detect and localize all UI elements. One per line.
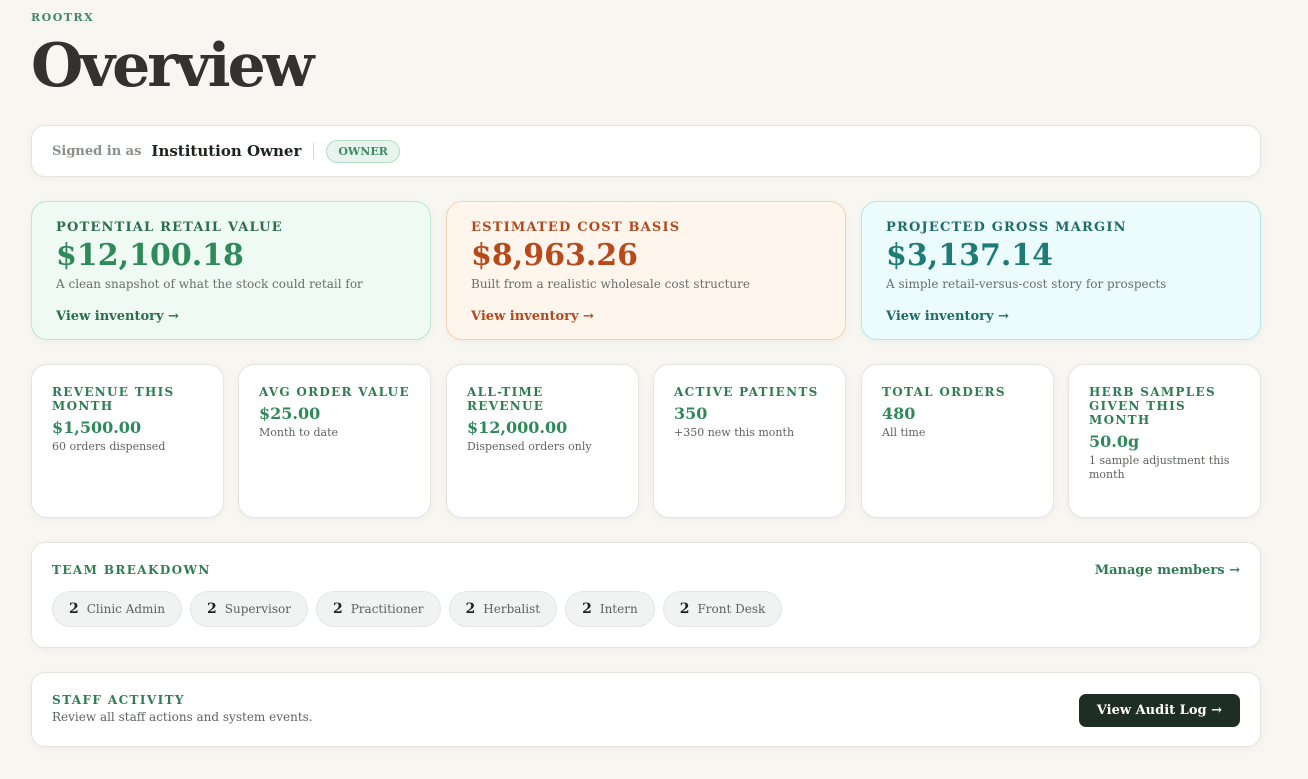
brand-label: ROOTRX (31, 11, 95, 24)
stat-value: $25.00 (259, 404, 321, 423)
stat-card-avg-order: AVG ORDER VALUE $25.00 Month to date (238, 364, 431, 518)
stat-card-herb-samples: HERB SAMPLES GIVEN THIS MONTH 50.0g 1 sa… (1068, 364, 1261, 518)
stat-value: 480 (882, 404, 916, 423)
staff-activity-title: STAFF ACTIVITY (52, 693, 185, 707)
stat-label: ALL-TIME REVENUE (467, 385, 545, 413)
stat-value: 350 (674, 404, 708, 423)
role-count: 2 (679, 601, 690, 617)
role-count: 2 (207, 601, 217, 617)
stat-card-revenue-month: REVENUE THIS MONTH $1,500.00 60 orders d… (31, 364, 224, 518)
stat-subtext: 60 orders dispensed (52, 440, 166, 453)
stat-subtext: 1 sample adjustment this month (1089, 454, 1230, 481)
stat-label: AVG ORDER VALUE (259, 385, 410, 399)
role-chip-front-desk[interactable]: 2 Front Desk (662, 591, 783, 627)
role-name: Front Desk (697, 602, 766, 616)
role-name: Herbalist (483, 602, 541, 616)
kpi-card-retail-value: POTENTIAL RETAIL VALUE $12,100.18 A clea… (31, 201, 431, 340)
role-count: 2 (332, 601, 343, 617)
view-audit-log-button[interactable]: View Audit Log → (1078, 694, 1240, 727)
stat-card-total-orders: TOTAL ORDERS 480 All time (861, 364, 1054, 518)
stat-label: REVENUE THIS MONTH (52, 385, 175, 413)
kpi-value: $12,100.18 (56, 238, 244, 273)
staff-activity-subtitle: Review all staff actions and system even… (52, 710, 313, 724)
staff-activity-card: STAFF ACTIVITY Review all staff actions … (31, 672, 1261, 747)
kpi-label: ESTIMATED COST BASIS (471, 220, 681, 235)
stat-subtext: Dispensed orders only (467, 440, 592, 453)
stat-card-active-patients: ACTIVE PATIENTS 350 +350 new this month (653, 364, 846, 518)
stat-value: $12,000.00 (467, 418, 568, 437)
stat-value: $1,500.00 (52, 418, 142, 437)
user-name: Institution Owner (151, 142, 302, 160)
divider (313, 143, 315, 159)
role-chip-practitioner[interactable]: 2 Practitioner (315, 591, 441, 627)
role-count: 2 (69, 601, 79, 617)
role-chip-intern[interactable]: 2 Intern (565, 591, 655, 627)
kpi-label: PROJECTED GROSS MARGIN (886, 220, 1127, 235)
stat-label: TOTAL ORDERS (882, 385, 1006, 399)
team-breakdown-title: TEAM BREAKDOWN (52, 563, 211, 577)
kpi-description: A simple retail-versus-cost story for pr… (886, 277, 1167, 291)
stat-subtext: All time (882, 426, 926, 439)
role-chip-herbalist[interactable]: 2 Herbalist (448, 591, 558, 627)
manage-members-link[interactable]: Manage members → (1095, 563, 1240, 578)
view-inventory-link[interactable]: View inventory → (886, 309, 1009, 324)
stat-label: HERB SAMPLES GIVEN THIS MONTH (1089, 385, 1216, 427)
kpi-description: Built from a realistic wholesale cost st… (471, 277, 750, 291)
role-badge: OWNER (326, 139, 400, 163)
signed-in-bar: Signed in as Institution Owner OWNER (31, 125, 1261, 177)
page-title: Overview (31, 31, 314, 101)
role-name: Practitioner (350, 602, 424, 616)
kpi-description: A clean snapshot of what the stock could… (56, 277, 363, 291)
team-breakdown-card: TEAM BREAKDOWN Manage members → 2 Clinic… (31, 542, 1261, 648)
kpi-label: POTENTIAL RETAIL VALUE (56, 220, 283, 235)
signed-in-label: Signed in as (52, 143, 142, 159)
stat-card-all-time-revenue: ALL-TIME REVENUE $12,000.00 Dispensed or… (446, 364, 639, 518)
stat-subtext: Month to date (259, 426, 339, 439)
kpi-value: $8,963.26 (471, 238, 639, 273)
view-inventory-link[interactable]: View inventory → (471, 309, 594, 324)
role-count: 2 (465, 601, 476, 617)
role-name: Intern (599, 602, 638, 616)
stat-subtext: +350 new this month (674, 426, 795, 439)
role-name: Supervisor (224, 602, 291, 616)
role-chip-supervisor[interactable]: 2 Supervisor (190, 591, 308, 627)
kpi-card-cost-basis: ESTIMATED COST BASIS $8,963.26 Built fro… (446, 201, 846, 340)
stat-value: 50.0g (1089, 432, 1140, 451)
kpi-value: $3,137.14 (886, 238, 1054, 273)
role-count: 2 (582, 601, 592, 617)
view-inventory-link[interactable]: View inventory → (56, 309, 179, 324)
role-chip-list: 2 Clinic Admin 2 Supervisor 2 Practition… (52, 591, 1240, 627)
stat-label: ACTIVE PATIENTS (674, 385, 819, 399)
role-name: Clinic Admin (86, 602, 166, 616)
kpi-card-gross-margin: PROJECTED GROSS MARGIN $3,137.14 A simpl… (861, 201, 1261, 340)
role-chip-clinic-admin[interactable]: 2 Clinic Admin (52, 591, 183, 627)
